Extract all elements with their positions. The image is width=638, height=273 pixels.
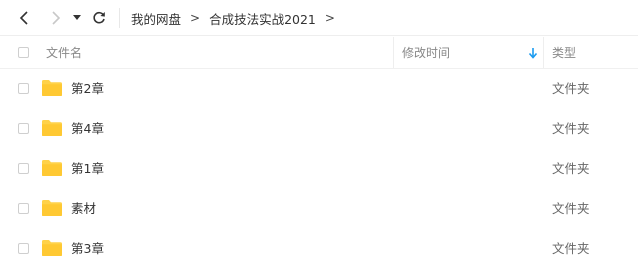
refresh-icon xyxy=(93,11,105,24)
list-item[interactable]: 第4章 文件夹 xyxy=(0,109,638,149)
list-item[interactable]: 第1章 文件夹 xyxy=(0,149,638,189)
chevron-right-icon xyxy=(52,11,61,25)
back-button[interactable] xyxy=(15,8,35,28)
chevron-left-icon xyxy=(19,11,28,25)
file-name[interactable]: 第2章 xyxy=(71,81,104,97)
row-checkbox[interactable] xyxy=(18,243,29,254)
column-header-name[interactable]: 文件名 xyxy=(46,46,82,60)
list-item[interactable]: 第3章 文件夹 xyxy=(0,229,638,269)
file-type: 文件夹 xyxy=(552,201,590,216)
folder-icon xyxy=(42,120,62,136)
file-name[interactable]: 第1章 xyxy=(71,161,104,177)
column-header-modified[interactable]: 修改时间 xyxy=(402,46,450,60)
row-checkbox[interactable] xyxy=(18,83,29,94)
column-divider[interactable] xyxy=(543,37,544,68)
column-header-type[interactable]: 类型 xyxy=(552,46,576,60)
file-name[interactable]: 第3章 xyxy=(71,241,104,257)
file-type: 文件夹 xyxy=(552,121,590,136)
folder-icon xyxy=(42,160,62,176)
select-all-checkbox[interactable] xyxy=(18,47,29,58)
row-checkbox[interactable] xyxy=(18,123,29,134)
folder-icon xyxy=(42,80,62,96)
row-checkbox[interactable] xyxy=(18,203,29,214)
navigation-toolbar: 我的网盘 > 合成技法实战2021 > xyxy=(0,0,638,36)
arrow-down-icon[interactable] xyxy=(528,47,538,59)
forward-button[interactable] xyxy=(45,8,65,28)
file-type: 文件夹 xyxy=(552,81,590,96)
breadcrumb: 我的网盘 > 合成技法实战2021 > xyxy=(131,9,344,27)
file-type: 文件夹 xyxy=(552,161,590,176)
breadcrumb-item-current[interactable]: 合成技法实战2021 xyxy=(209,9,316,28)
file-type: 文件夹 xyxy=(552,241,590,256)
column-divider[interactable] xyxy=(393,37,394,68)
file-name[interactable]: 素材 xyxy=(71,201,96,217)
list-item[interactable]: 素材 文件夹 xyxy=(0,189,638,229)
breadcrumb-item-root[interactable]: 我的网盘 xyxy=(131,9,181,28)
file-list-header: 文件名 修改时间 类型 xyxy=(0,37,638,69)
toolbar-divider xyxy=(119,8,120,28)
folder-icon xyxy=(42,240,62,256)
history-dropdown-button[interactable] xyxy=(69,8,85,28)
list-item[interactable]: 第2章 文件夹 xyxy=(0,69,638,109)
folder-icon xyxy=(42,200,62,216)
file-name[interactable]: 第4章 xyxy=(71,121,104,137)
caret-down-icon xyxy=(73,15,81,20)
refresh-button[interactable] xyxy=(89,8,109,28)
breadcrumb-separator: > xyxy=(324,11,335,25)
row-checkbox[interactable] xyxy=(18,163,29,174)
breadcrumb-separator: > xyxy=(190,11,201,25)
